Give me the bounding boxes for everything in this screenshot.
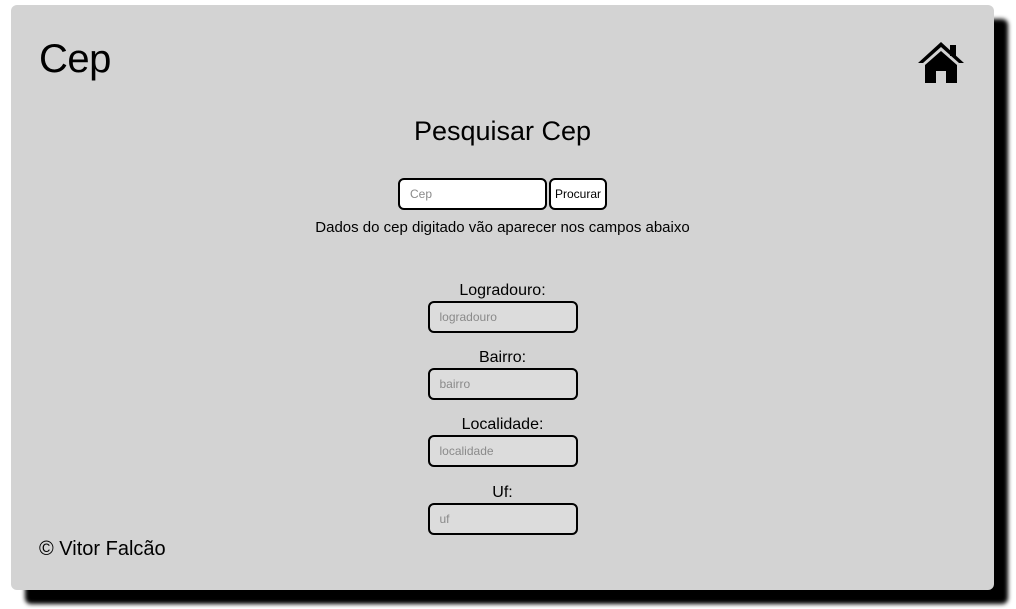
main-card: Cep Pesquisar Cep Procurar Dados do cep … [11, 5, 994, 590]
bairro-label: Bairro: [478, 349, 527, 366]
field-uf: Uf: [11, 484, 994, 535]
logradouro-label: Logradouro: [459, 282, 546, 299]
hint-text: Dados do cep digitado vão aparecer nos c… [315, 219, 690, 236]
footer-copyright: © Vitor Falcão [39, 538, 166, 560]
home-icon [918, 42, 964, 83]
field-logradouro: Logradouro: [11, 282, 994, 333]
bairro-input[interactable] [427, 368, 578, 400]
app-title: Cep [39, 37, 111, 81]
search-bar: Procurar [398, 178, 607, 210]
field-localidade: Localidade: [11, 416, 994, 467]
uf-label: Uf: [492, 484, 513, 501]
home-button[interactable] [916, 39, 966, 85]
logradouro-input[interactable] [427, 301, 578, 333]
field-bairro: Bairro: [11, 349, 994, 400]
cep-input[interactable] [398, 178, 547, 210]
localidade-input[interactable] [427, 435, 578, 467]
search-button[interactable]: Procurar [549, 178, 607, 210]
page-title: Pesquisar Cep [413, 116, 592, 146]
localidade-label: Localidade: [461, 416, 544, 433]
uf-input[interactable] [427, 503, 578, 535]
